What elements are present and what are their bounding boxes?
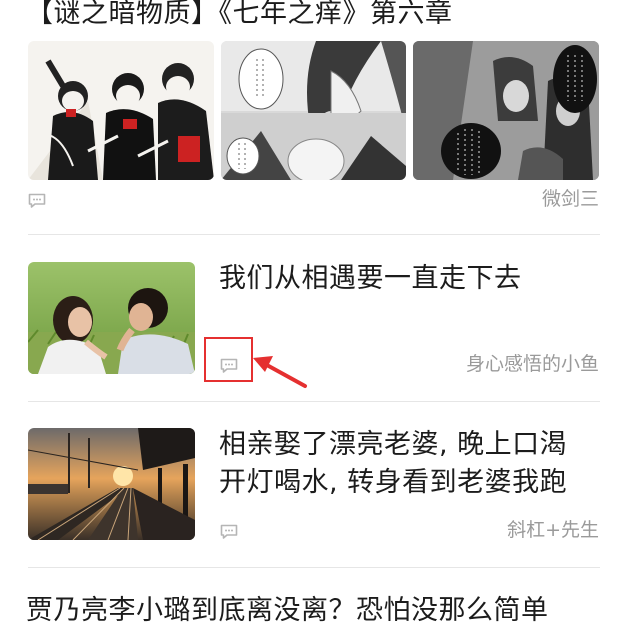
annotation-arrow-icon (253, 356, 307, 388)
divider (28, 234, 600, 235)
comment-icon[interactable] (220, 524, 238, 540)
propaganda-poster-image (28, 41, 214, 180)
annotation-highlight-box (204, 337, 253, 382)
thumbnail-couple[interactable] (28, 262, 195, 374)
thumbnail-propaganda[interactable] (28, 41, 214, 180)
article-title-line-2[interactable]: 开灯喝水, 转身看到老婆我跑 (219, 465, 609, 501)
article-title-line-1[interactable]: 相亲娶了漂亮老婆, 晚上口渴 (219, 427, 609, 463)
article-title[interactable]: 【谜之暗物质】《七年之痒》第六章 (26, 0, 606, 32)
article-source[interactable]: 斜杠+先生 (507, 515, 599, 542)
manga-panel-image (221, 41, 406, 180)
article-source[interactable]: 身心感悟的小鱼 (466, 349, 599, 376)
article-source[interactable]: 微剑三 (542, 184, 599, 211)
railway-sunset-photo (28, 428, 195, 540)
divider (28, 401, 600, 402)
comment-icon[interactable] (28, 193, 46, 209)
thumbnail-railway[interactable] (28, 428, 195, 540)
article-title[interactable]: 我们从相遇要一直走下去 (219, 261, 599, 297)
couple-on-grass-photo (28, 262, 195, 374)
thumbnail-manga-1[interactable] (221, 41, 406, 180)
news-feed: 【谜之暗物质】《七年之痒》第六章 微剑三 我们从相遇要一直走下去 身心感悟的小鱼… (0, 0, 618, 634)
manga-panel-image (413, 41, 599, 180)
divider (28, 567, 600, 568)
article-title[interactable]: 贾乃亮李小璐到底离没离？恐怕没那么简单 (26, 593, 616, 629)
thumbnail-manga-2[interactable] (413, 41, 599, 180)
